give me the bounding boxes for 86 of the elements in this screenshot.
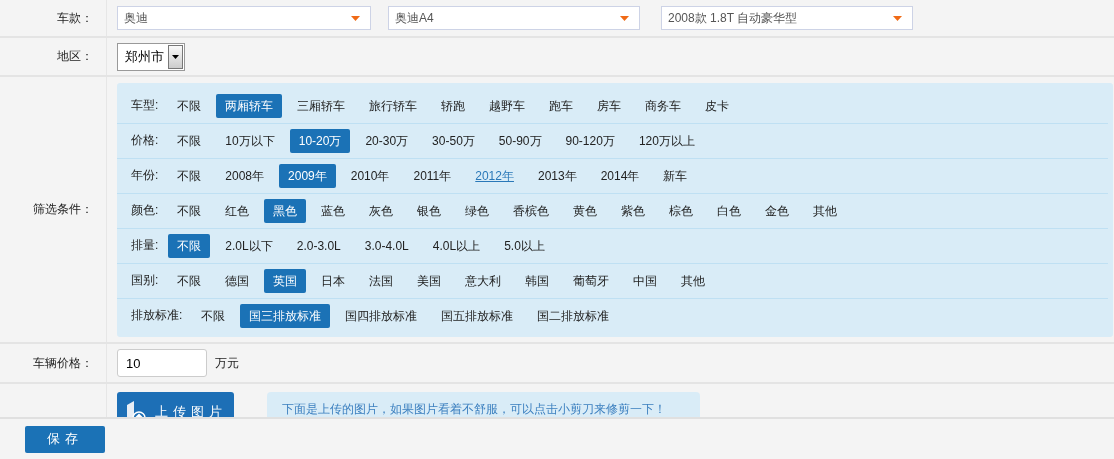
filter-option[interactable]: 其他 (672, 268, 715, 293)
filter-option[interactable]: 黑色 (264, 198, 307, 223)
filter-option[interactable]: 银色 (408, 198, 451, 223)
filter-option[interactable]: 金色 (756, 198, 799, 223)
filter-option[interactable]: 不限 (168, 233, 211, 258)
filter-option[interactable]: 商务车 (636, 93, 691, 118)
filter-option[interactable]: 120万以上 (629, 128, 704, 153)
filter-label: 车型: (131, 97, 159, 114)
filter-option[interactable]: 三厢轿车 (288, 93, 355, 118)
filter-option[interactable]: 香槟色 (504, 198, 559, 223)
filter-option[interactable]: 2014年 (591, 163, 649, 188)
filter-option[interactable]: 旅行轿车 (360, 93, 427, 118)
caret-icon (172, 54, 179, 59)
filter-option[interactable]: 2011年 (404, 163, 461, 188)
filter-option[interactable]: 2012年 (466, 163, 523, 188)
caret-icon (893, 15, 902, 21)
filter-option[interactable]: 紫色 (612, 198, 655, 223)
filter-option[interactable]: 国二排放标准 (528, 303, 619, 328)
filter-option[interactable]: 3.0-4.0L (355, 233, 418, 258)
field-label: 车辆价格： (33, 354, 93, 372)
filter-label: 排量: (131, 237, 159, 254)
filter-option[interactable]: 房车 (588, 93, 631, 118)
filter-option[interactable]: 新车 (654, 163, 697, 188)
price-input[interactable]: 10 (117, 349, 207, 377)
filter-label: 颜色: (131, 202, 159, 219)
filter-option[interactable]: 两厢轿车 (216, 93, 283, 118)
filter-option[interactable]: 2.0L以下 (216, 233, 282, 258)
filter-option[interactable]: 英国 (264, 268, 307, 293)
filter-option[interactable]: 2.0-3.0L (287, 233, 350, 258)
filter-option[interactable]: 2013年 (528, 163, 586, 188)
filter-option[interactable]: 50-90万 (489, 128, 551, 153)
filter-option[interactable]: 国五排放标准 (432, 303, 523, 328)
filter-option[interactable]: 不限 (168, 163, 211, 188)
caret-icon (351, 15, 360, 21)
filter-option[interactable]: 其他 (804, 198, 847, 223)
filter-option[interactable]: 10万以下 (216, 128, 284, 153)
upload-hint: 下面是上传的图片，如果图片看着不舒服，可以点击小剪刀来修剪一下！ (267, 392, 700, 417)
filter-option[interactable]: 中国 (624, 268, 667, 293)
filter-option[interactable]: 葡萄牙 (564, 268, 619, 293)
filter-option[interactable]: 20-30万 (356, 128, 418, 153)
filter-option[interactable]: 皮卡 (696, 93, 739, 118)
filter-label: 排放标准: (131, 307, 183, 324)
dropdown[interactable]: 2008款 1.8T 自动豪华型 (661, 6, 913, 30)
filter-option[interactable]: 90-120万 (556, 128, 624, 153)
field-label: 车款： (57, 9, 93, 27)
filter-option[interactable]: 跑车 (540, 93, 583, 118)
filter-option[interactable]: 日本 (312, 268, 355, 293)
dropdown[interactable]: 奥迪A4 (388, 6, 640, 30)
filter-option[interactable]: 10-20万 (289, 128, 351, 153)
filter-option[interactable]: 蓝色 (312, 198, 355, 223)
filter-option[interactable]: 意大利 (456, 268, 511, 293)
filter-option[interactable]: 越野车 (480, 93, 535, 118)
filter-option[interactable]: 不限 (168, 198, 211, 223)
filter-option[interactable]: 黄色 (564, 198, 607, 223)
filter-option[interactable]: 不限 (168, 93, 211, 118)
filter-option[interactable]: 不限 (192, 303, 235, 328)
filter-option[interactable]: 不限 (168, 268, 211, 293)
filter-option[interactable]: 灰色 (360, 198, 403, 223)
filter-option[interactable]: 白色 (708, 198, 751, 223)
filter-option[interactable]: 美国 (408, 268, 451, 293)
filter-option[interactable]: 30-50万 (423, 128, 484, 153)
filter-option[interactable]: 2009年 (279, 163, 336, 188)
filter-option[interactable]: 轿跑 (432, 93, 475, 118)
filter-label: 价格: (131, 132, 159, 149)
field-label: 筛选条件： (33, 201, 93, 218)
filter-option[interactable]: 德国 (216, 268, 259, 293)
filter-label: 国别: (131, 272, 159, 289)
filter-option[interactable]: 法国 (360, 268, 403, 293)
caret-icon (620, 15, 629, 21)
filter-option[interactable]: 红色 (216, 198, 259, 223)
unit-label: 万元 (215, 354, 239, 372)
filter-option[interactable]: 2010年 (341, 163, 399, 188)
filter-option[interactable]: 棕色 (660, 198, 703, 223)
region-dropdown[interactable]: 郑州市 (117, 42, 185, 71)
filter-option[interactable]: 2008年 (216, 163, 274, 188)
filter-option[interactable]: 5.0以上 (495, 233, 554, 258)
filter-option[interactable]: 4.0L以上 (423, 233, 490, 258)
filter-option[interactable]: 绿色 (456, 198, 499, 223)
field-label: 地区： (57, 48, 93, 65)
save-button[interactable]: 保存 (25, 425, 105, 453)
filter-option[interactable]: 国四排放标准 (336, 303, 427, 328)
filter-option[interactable]: 不限 (168, 128, 211, 153)
dropdown[interactable]: 奥迪 (117, 6, 371, 30)
filter-option[interactable]: 韩国 (516, 268, 559, 293)
filter-option[interactable]: 国三排放标准 (240, 303, 331, 328)
filter-label: 年份: (131, 167, 159, 184)
